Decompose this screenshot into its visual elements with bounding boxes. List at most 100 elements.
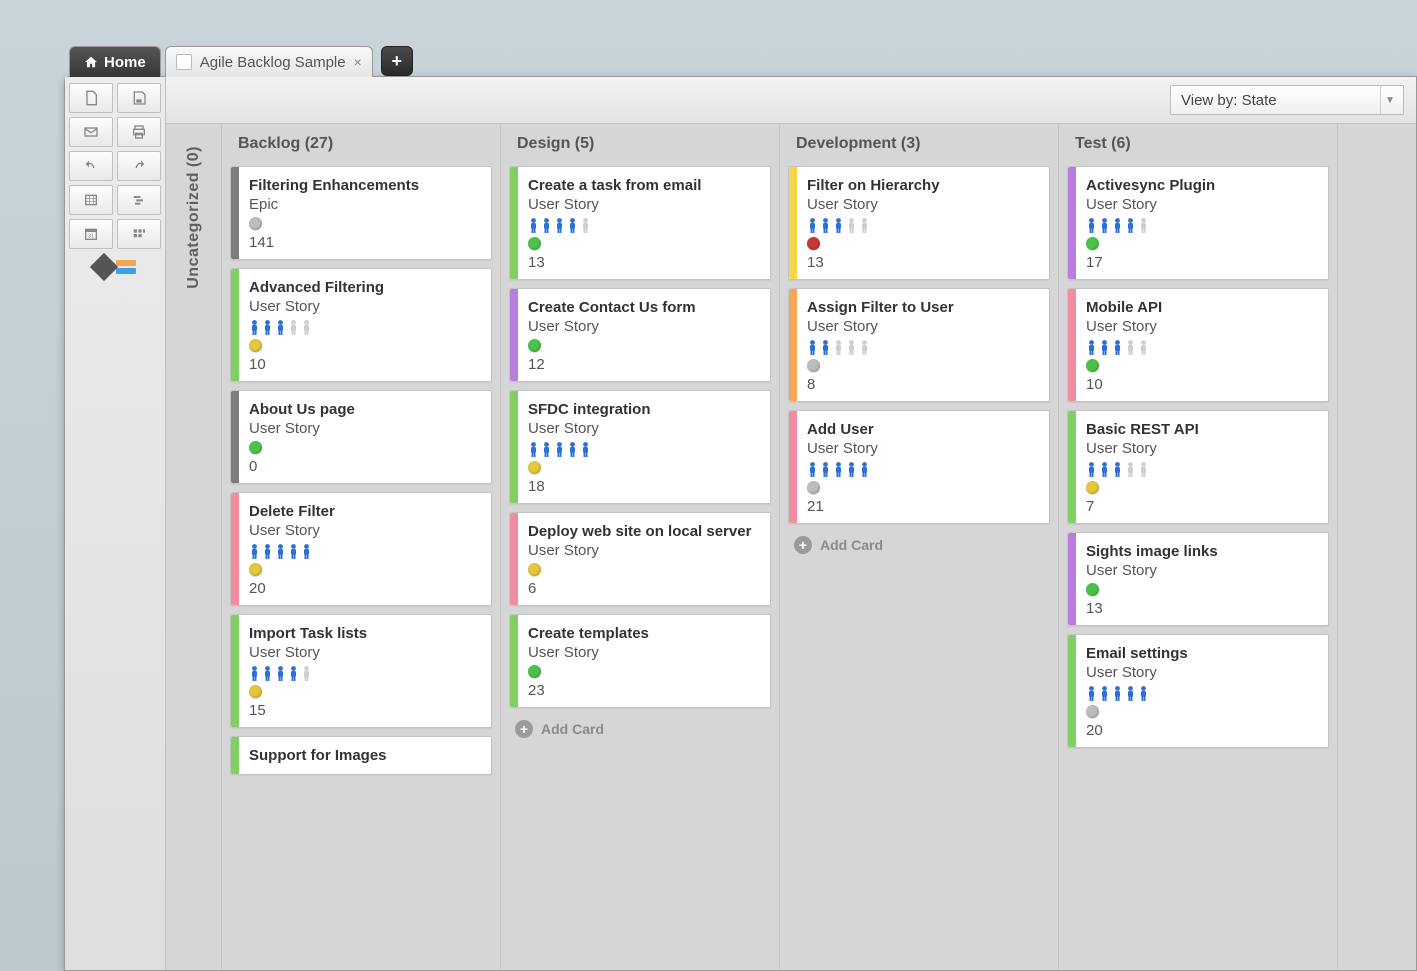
columns: Backlog (27)Filtering EnhancementsEpic14… (222, 124, 1416, 970)
column: Backlog (27)Filtering EnhancementsEpic14… (222, 124, 501, 970)
card-points: 21 (807, 498, 1037, 515)
status-dot (249, 563, 262, 576)
card[interactable]: Assign Filter to UserUser Story8 (788, 288, 1050, 402)
svg-text:31: 31 (88, 233, 94, 239)
card-type: User Story (249, 522, 479, 539)
card-points: 7 (1086, 498, 1316, 515)
status-dot (249, 217, 262, 230)
home-icon (84, 55, 98, 69)
mail-button[interactable] (69, 117, 113, 147)
card-stripe (231, 615, 239, 727)
card-title: Deploy web site on local server (528, 523, 758, 540)
column: Development (3)Filter on HierarchyUser S… (780, 124, 1059, 970)
card-points: 18 (528, 478, 758, 495)
undo-button[interactable] (69, 151, 113, 181)
card-points: 13 (528, 254, 758, 271)
card[interactable]: SFDC integrationUser Story18 (509, 390, 771, 504)
card-stripe (1068, 167, 1076, 279)
add-card-button[interactable]: +Add Card (788, 532, 1050, 558)
card-stripe (510, 289, 518, 381)
card-type: User Story (249, 420, 479, 437)
card[interactable]: Advanced FilteringUser Story10 (230, 268, 492, 382)
card-title: Assign Filter to User (807, 299, 1037, 316)
column: Design (5)Create a task from emailUser S… (501, 124, 780, 970)
grid-view-button[interactable] (69, 185, 113, 215)
status-dot (1086, 583, 1099, 596)
column-header[interactable]: Development (3) (780, 124, 1058, 164)
redo-button[interactable] (117, 151, 161, 181)
add-card-button[interactable]: +Add Card (509, 716, 771, 742)
card[interactable]: About Us pageUser Story0 (230, 390, 492, 484)
assignee-meter (807, 461, 1037, 477)
column-header[interactable]: Design (5) (501, 124, 779, 164)
column-uncategorized[interactable]: Uncategorized (0) (166, 124, 222, 970)
status-dot (1086, 359, 1099, 372)
stack-icon (116, 260, 136, 274)
card[interactable]: Mobile APIUser Story10 (1067, 288, 1329, 402)
view-by-select[interactable]: View by: State ▼ (1170, 85, 1404, 115)
card-points: 20 (249, 580, 479, 597)
assignee-meter (1086, 685, 1316, 701)
card[interactable]: Delete Filter User Story 20 (230, 492, 492, 606)
card-points: 15 (249, 702, 479, 719)
card-list: Filtering EnhancementsEpic141Advanced Fi… (222, 164, 500, 970)
card-title: Delete Filter (249, 503, 479, 520)
card-title: Email settings (1086, 645, 1316, 662)
tool-rail: 31 (65, 77, 166, 970)
card-type: User Story (528, 542, 758, 559)
print-button[interactable] (117, 117, 161, 147)
assignee-meter (528, 441, 758, 457)
assignee-meter (807, 217, 1037, 233)
card-type: User Story (528, 644, 758, 661)
tab-document-label: Agile Backlog Sample (200, 54, 346, 71)
card-title: Filter on Hierarchy (807, 177, 1037, 194)
card-type: User Story (1086, 664, 1316, 681)
assignee-meter (249, 543, 479, 559)
status-dot (528, 237, 541, 250)
card[interactable]: Create Contact Us formUser Story12 (509, 288, 771, 382)
card-stripe (1068, 533, 1076, 625)
card[interactable]: Filter on HierarchyUser Story13 (788, 166, 1050, 280)
card-view-button[interactable] (117, 219, 161, 249)
save-button[interactable] (117, 83, 161, 113)
card-list: Create a task from emailUser Story13Crea… (501, 164, 779, 970)
card-title: Add User (807, 421, 1037, 438)
column-header[interactable]: Backlog (27) (222, 124, 500, 164)
card[interactable]: Add UserUser Story21 (788, 410, 1050, 524)
tab-document[interactable]: Agile Backlog Sample × (165, 46, 373, 77)
new-file-button[interactable] (69, 83, 113, 113)
card-points: 141 (249, 234, 479, 251)
card[interactable]: Create templatesUser Story23 (509, 614, 771, 708)
card-points: 20 (1086, 722, 1316, 739)
calendar-view-button[interactable]: 31 (69, 219, 113, 249)
card[interactable]: Filtering EnhancementsEpic141 (230, 166, 492, 260)
status-dot (528, 665, 541, 678)
sheet-icon (176, 54, 192, 70)
card-title: Filtering Enhancements (249, 177, 479, 194)
close-icon[interactable]: × (354, 54, 362, 70)
card[interactable]: Basic REST APIUser Story7 (1067, 410, 1329, 524)
card[interactable]: Sights image linksUser Story13 (1067, 532, 1329, 626)
tab-home-label: Home (104, 54, 146, 71)
card[interactable]: Create a task from emailUser Story13 (509, 166, 771, 280)
gantt-view-button[interactable] (117, 185, 161, 215)
card[interactable]: Deploy web site on local server User Stor… (509, 512, 771, 606)
card-type: User Story (1086, 562, 1316, 579)
card-list: Activesync PluginUser Story17Mobile APIU… (1059, 164, 1337, 970)
card[interactable]: Support for Images (230, 736, 492, 775)
card-points: 0 (249, 458, 479, 475)
status-dot (807, 237, 820, 250)
card[interactable]: Email settings User Story 20 (1067, 634, 1329, 748)
tab-home[interactable]: Home (69, 46, 161, 77)
card-points: 13 (1086, 600, 1316, 617)
card-title: Basic REST API (1086, 421, 1316, 438)
status-dot (528, 461, 541, 474)
card-list: Filter on HierarchyUser Story13Assign Fi… (780, 164, 1058, 970)
add-tab-button[interactable]: + (381, 46, 413, 76)
column: Test (6)Activesync PluginUser Story17Mob… (1059, 124, 1338, 970)
plus-icon: + (515, 720, 533, 738)
column-header[interactable]: Test (6) (1059, 124, 1337, 164)
card[interactable]: Activesync PluginUser Story17 (1067, 166, 1329, 280)
card[interactable]: Import Task listsUser Story15 (230, 614, 492, 728)
tab-bar: Home Agile Backlog Sample × + (65, 45, 1416, 77)
